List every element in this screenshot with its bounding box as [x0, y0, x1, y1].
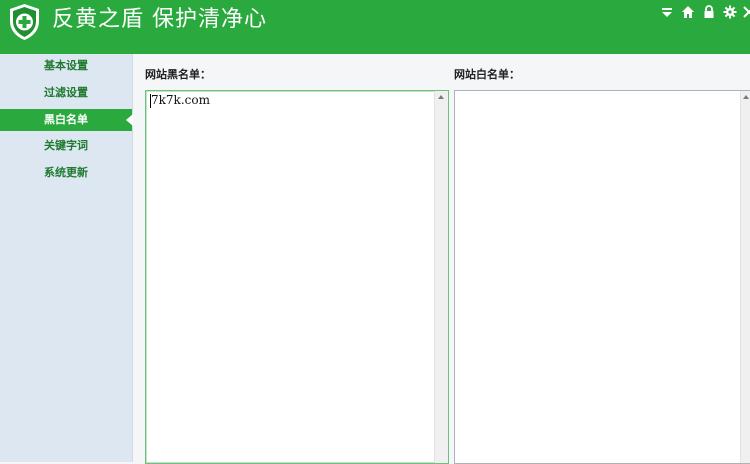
sidebar: 基本设置 过滤设置 黑白名单 关键字词 系统更新	[0, 54, 133, 462]
sidebar-item-filter-settings[interactable]: 过滤设置	[0, 82, 132, 104]
blacklist-scrollbar[interactable]	[434, 91, 448, 463]
main-panel: 网站黑名单： 网站白名单： 7k7k.com	[133, 54, 750, 464]
title-bar: 反黄之盾 保护清净心	[0, 0, 750, 54]
whitelist-scrollbar[interactable]	[740, 91, 750, 463]
app-title: 反黄之盾 保护清净心	[52, 7, 267, 32]
lock-icon[interactable]	[702, 5, 716, 19]
blacklist-label: 网站黑名单：	[145, 68, 211, 81]
scroll-up-arrow-icon[interactable]	[743, 95, 749, 99]
home-icon[interactable]	[681, 5, 695, 19]
sidebar-item-keywords[interactable]: 关键字词	[0, 135, 132, 157]
scroll-up-arrow-icon[interactable]	[438, 95, 444, 99]
blacklist-entry: 7k7k.com	[151, 93, 210, 107]
blacklist-textarea[interactable]: 7k7k.com	[145, 90, 449, 464]
whitelist-textarea[interactable]	[454, 90, 750, 464]
dropdown-icon[interactable]	[660, 5, 674, 19]
sidebar-item-system-update[interactable]: 系统更新	[0, 162, 132, 184]
close-icon[interactable]	[742, 5, 750, 19]
sidebar-item-black-white-list[interactable]: 黑白名单	[0, 109, 133, 131]
sidebar-item-basic-settings[interactable]: 基本设置	[0, 55, 132, 77]
gear-icon[interactable]	[723, 5, 737, 19]
shield-logo-icon	[10, 4, 39, 40]
whitelist-label: 网站白名单：	[454, 68, 520, 81]
